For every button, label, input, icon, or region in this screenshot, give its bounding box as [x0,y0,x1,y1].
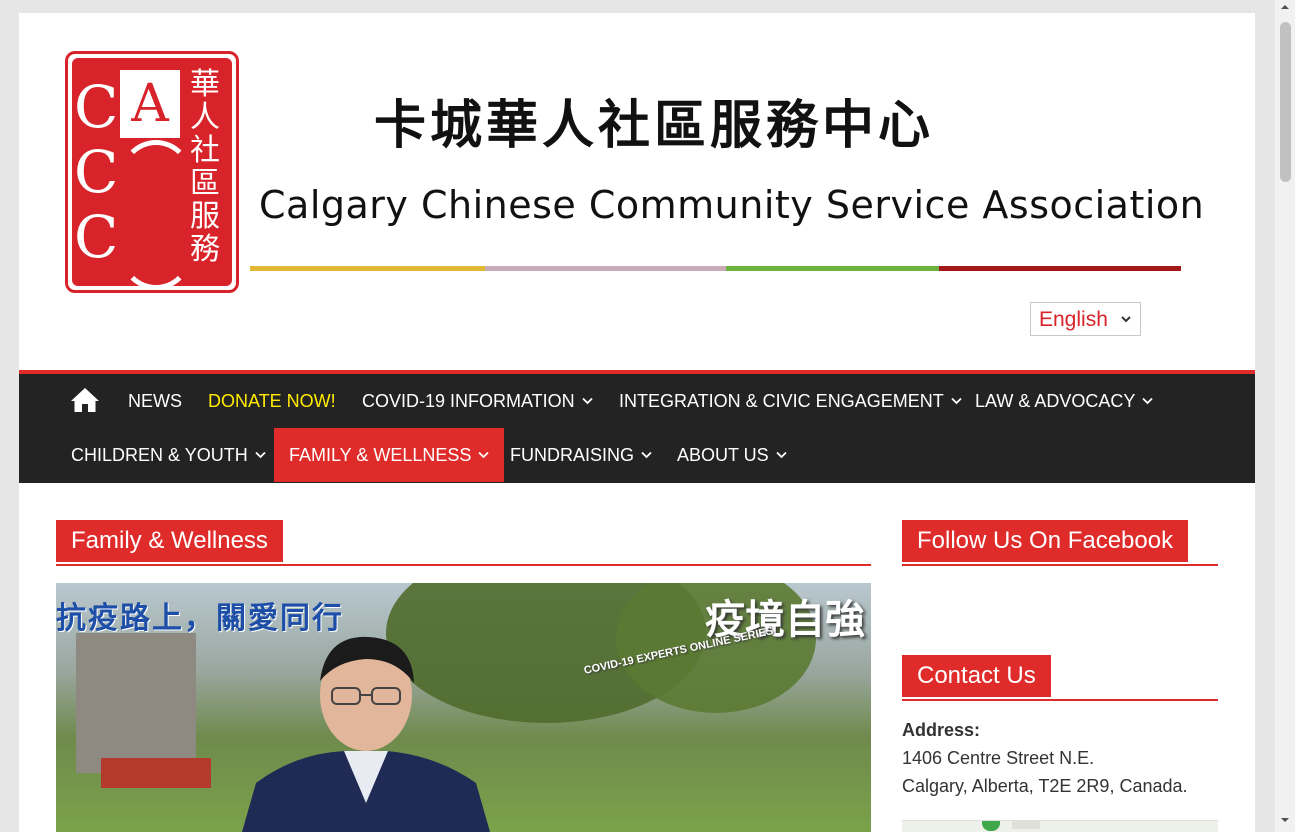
logo-letter-a: A [120,70,180,138]
scroll-down-icon[interactable] [1280,816,1290,827]
logo-cjk-char: 社 [190,133,220,168]
nav-item-label: CHILDREN & YOUTH [71,445,248,465]
logo-s-shape [120,140,192,286]
site-logo[interactable]: C C C A 華 人 社 區 服 務 [65,51,239,293]
nav-item-label: NEWS [128,391,182,411]
color-bar-red [939,266,1181,271]
widget-title-contact: Contact Us [902,655,1218,701]
scroll-thumb[interactable] [1280,22,1291,182]
page: C C C A 華 人 社 區 服 務 卡城華人社區服務中心 Calgary C… [19,13,1255,832]
language-select-value: English [1039,308,1108,331]
logo-cjk-char: 務 [190,232,220,267]
widget-title-label: Contact Us [902,655,1051,697]
widget-title-label: Follow Us On Facebook [902,520,1189,562]
address-line-1: 1406 Centre Street N.E. [902,748,1095,768]
site-title-chinese[interactable]: 卡城華人社區服務中心 [374,83,934,158]
logo-cjk-char: 華 [190,67,220,102]
image-person [242,636,490,832]
chevron-down-icon [951,374,962,428]
logo-inner: C C C A 華 人 社 區 服 務 [72,58,232,286]
map-tile [1012,821,1040,829]
nav-item-label: DONATE NOW! [208,391,336,411]
nav-item-label: COVID-19 INFORMATION [362,391,575,411]
site-header: C C C A 華 人 社 區 服 務 卡城華人社區服務中心 Calgary C… [19,13,1255,370]
logo-cjk-char: 人 [190,100,220,135]
nav-item-label: LAW & ADVOCACY [975,391,1136,411]
chevron-down-icon [255,428,266,482]
language-select[interactable]: English [1030,302,1141,336]
map-marker-icon [982,821,1000,831]
image-caption: 抗疫路上，關愛同行 [56,601,344,636]
nav-item-label: FUNDRAISING [510,445,635,465]
map-embed[interactable] [902,820,1218,832]
widget-title-facebook: Follow Us On Facebook [902,520,1218,566]
address-label: Address: [902,720,981,740]
page-scrollbar[interactable] [1275,0,1295,832]
featured-image[interactable]: 抗疫路上，關愛同行 疫境自強 COVID-19 EXPERTS ONLINE S… [56,583,871,832]
header-color-bar [250,266,1181,271]
nav-item-children-youth[interactable]: CHILDREN & YOUTH [71,428,266,482]
chevron-down-icon [1142,374,1154,428]
section-title-family-wellness: Family & Wellness [56,520,871,566]
section-title-label: Family & Wellness [56,520,283,562]
chevron-down-icon [776,428,787,482]
nav-item-law-advocacy[interactable]: LAW & ADVOCACY [975,374,1154,428]
main-navigation: NEWS DONATE NOW! COVID-19 INFORMATION IN… [19,370,1255,483]
nav-item-family-wellness[interactable]: FAMILY & WELLNESS [274,428,505,482]
nav-item-integration[interactable]: INTEGRATION & CIVIC ENGAGEMENT [619,374,962,428]
nav-item-label: FAMILY & WELLNESS [289,445,472,465]
nav-item-news[interactable]: NEWS [128,374,182,428]
home-icon[interactable] [69,386,101,414]
nav-item-about-us[interactable]: ABOUT US [677,428,787,482]
color-bar-mauve [485,266,726,271]
color-bar-yellow [250,266,485,271]
address-line-2: Calgary, Alberta, T2E 2R9, Canada. [902,776,1188,796]
nav-item-fundraising[interactable]: FUNDRAISING [510,428,652,482]
image-bench [101,758,211,788]
nav-item-donate[interactable]: DONATE NOW! [208,374,336,428]
scroll-up-icon[interactable] [1280,3,1290,14]
logo-letter-c2: C [74,138,119,206]
chevron-down-icon [1120,303,1132,349]
logo-letter-c3: C [74,203,119,271]
nav-item-label: INTEGRATION & CIVIC ENGAGEMENT [619,391,944,411]
chevron-down-icon [641,428,652,482]
logo-letter-c1: C [74,73,119,141]
color-bar-green [726,266,939,271]
chevron-down-icon [582,374,593,428]
logo-cjk-text: 華 人 社 區 服 務 [186,68,224,266]
logo-cjk-char: 服 [190,199,220,234]
nav-item-label: ABOUT US [677,445,769,465]
nav-item-covid[interactable]: COVID-19 INFORMATION [362,374,593,428]
image-monument [76,633,196,773]
logo-cjk-char: 區 [190,166,220,201]
site-title-english[interactable]: Calgary Chinese Community Service Associ… [259,183,1204,227]
chevron-down-icon [478,428,490,482]
